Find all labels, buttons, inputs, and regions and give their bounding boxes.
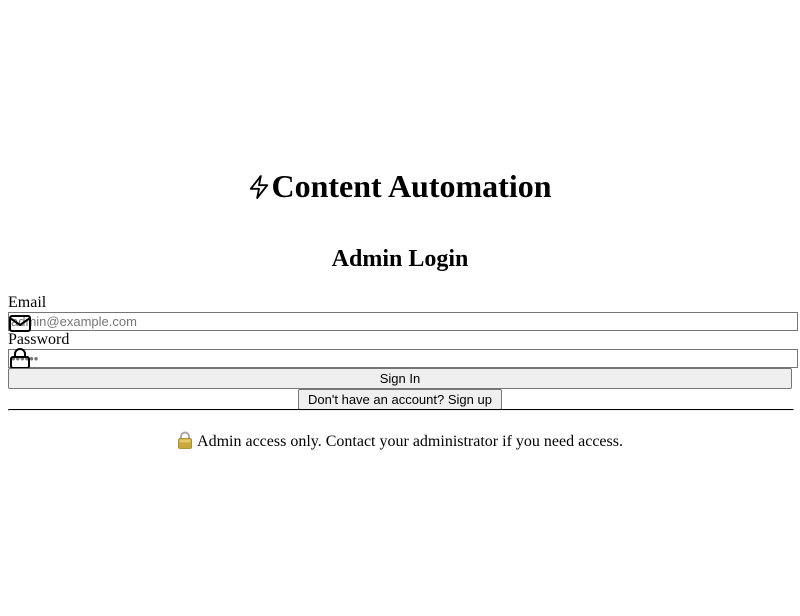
sign-in-button[interactable]: Sign In (8, 368, 792, 389)
divider (8, 409, 794, 411)
password-field-wrapper (8, 348, 798, 369)
app-title-text: Content Automation (271, 168, 552, 204)
app-title: Content Automation (8, 168, 792, 205)
login-heading: Admin Login (331, 246, 469, 272)
email-field[interactable] (8, 312, 798, 331)
sign-up-link-button[interactable]: Don't have an account? Sign up (298, 389, 502, 410)
password-field[interactable] (8, 349, 798, 368)
padlock-emoji-icon (178, 431, 192, 449)
email-field-wrapper (8, 312, 798, 332)
password-label: Password (8, 331, 70, 348)
email-label: Email (8, 294, 47, 311)
lightning-bolt-icon (250, 175, 269, 199)
admin-notice: Admin access only. Contact your administ… (8, 431, 792, 452)
admin-notice-text: Admin access only. Contact your administ… (197, 433, 623, 450)
